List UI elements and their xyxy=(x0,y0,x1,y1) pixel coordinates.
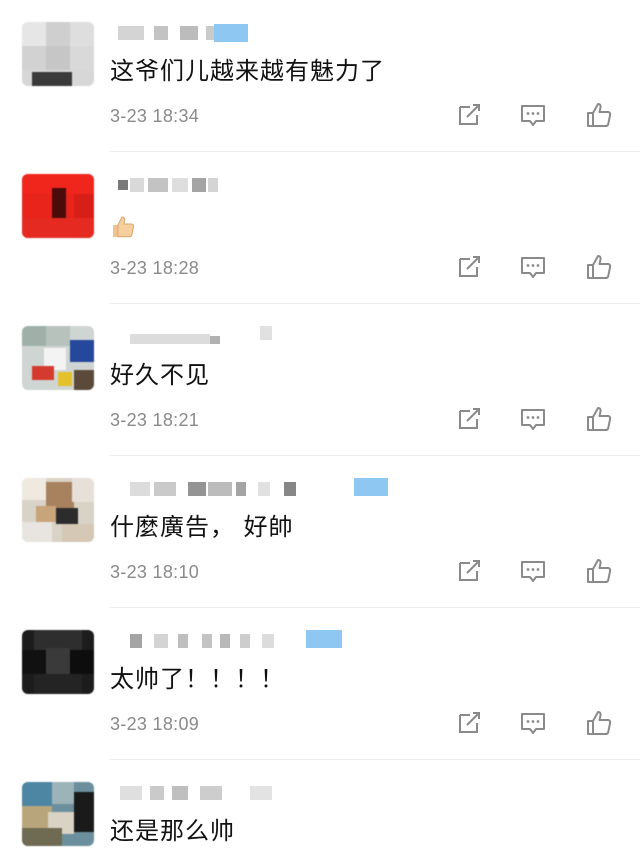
comment-text: 太帅了！！！！ xyxy=(110,665,285,693)
username-blurred[interactable] xyxy=(110,782,410,806)
comment-icon[interactable] xyxy=(518,556,548,586)
share-icon[interactable] xyxy=(454,404,484,434)
avatar[interactable] xyxy=(22,630,94,694)
thumbs-up-icon[interactable] xyxy=(584,100,614,130)
comment-icon[interactable] xyxy=(518,404,548,434)
comment-item: 太帅了！！！！ 3-23 18:09 xyxy=(0,608,640,760)
avatar[interactable] xyxy=(22,174,94,238)
comment-time: 3-23 18:09 xyxy=(110,714,200,734)
comment-actions xyxy=(454,404,614,434)
share-icon[interactable] xyxy=(454,708,484,738)
comment-actions xyxy=(454,708,614,738)
comment-text: 好久不见 xyxy=(110,361,210,389)
comment-item: 3-23 18:28 xyxy=(0,152,640,304)
avatar[interactable] xyxy=(22,326,94,390)
comment-time: 3-23 18:10 xyxy=(110,562,200,582)
comment-text: 还是那么帅 xyxy=(110,817,235,845)
comment-actions xyxy=(454,100,614,130)
share-icon[interactable] xyxy=(454,556,484,586)
vip-badge xyxy=(354,478,388,496)
thumbs-up-emoji xyxy=(110,214,136,240)
comment-item: 什麼廣告， 好帥 3-23 18:10 xyxy=(0,456,640,608)
share-icon[interactable] xyxy=(454,100,484,130)
comment-item: 这爷们儿越来越有魅力了 3-23 18:34 xyxy=(0,0,640,152)
username-blurred[interactable] xyxy=(110,174,410,198)
comment-time: 3-23 18:21 xyxy=(110,410,200,430)
thumbs-up-icon[interactable] xyxy=(584,556,614,586)
comment-item: 还是那么帅 xyxy=(0,760,640,859)
thumbs-up-icon[interactable] xyxy=(584,252,614,282)
username-blurred[interactable] xyxy=(110,22,410,46)
vip-badge xyxy=(214,24,248,42)
avatar[interactable] xyxy=(22,22,94,86)
comment-icon[interactable] xyxy=(518,708,548,738)
username-blurred[interactable] xyxy=(110,326,410,350)
comment-actions xyxy=(454,556,614,586)
username-blurred[interactable] xyxy=(110,478,410,502)
comment-text: 这爷们儿越来越有魅力了 xyxy=(110,57,385,85)
comment-text: 什麼廣告， 好帥 xyxy=(110,513,294,541)
comment-icon[interactable] xyxy=(518,100,548,130)
comment-item: 好久不见 3-23 18:21 xyxy=(0,304,640,456)
thumbs-up-icon[interactable] xyxy=(584,708,614,738)
thumbs-up-icon[interactable] xyxy=(584,404,614,434)
avatar[interactable] xyxy=(22,782,94,846)
avatar[interactable] xyxy=(22,478,94,542)
comment-icon[interactable] xyxy=(518,252,548,282)
comment-actions xyxy=(454,252,614,282)
share-icon[interactable] xyxy=(454,252,484,282)
username-blurred[interactable] xyxy=(110,630,410,654)
vip-badge xyxy=(306,630,342,648)
comment-time: 3-23 18:34 xyxy=(110,106,200,126)
comment-time: 3-23 18:28 xyxy=(110,258,200,278)
